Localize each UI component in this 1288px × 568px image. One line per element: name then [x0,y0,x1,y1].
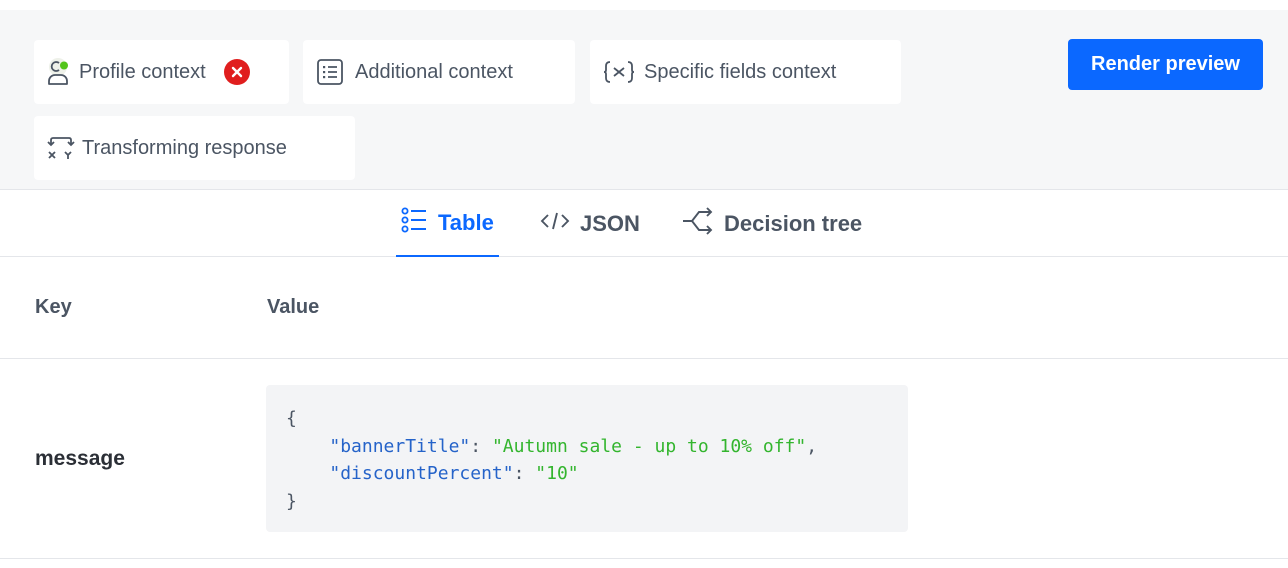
code-icon [540,207,570,240]
profile-context-chip[interactable]: Profile context [34,40,289,104]
additional-context-chip[interactable]: Additional context [303,40,575,104]
profile-context-icon [46,57,76,87]
column-header-value: Value [267,296,320,318]
json-open-brace: { [286,408,297,429]
json-close-brace: } [286,490,297,512]
close-icon[interactable] [223,59,250,85]
list-bullets-icon [400,206,428,239]
tab-json[interactable]: JSON [540,190,640,257]
additional-context-label: Additional context [355,60,513,83]
profile-context-label: Profile context [79,60,206,83]
transforming-response-chip[interactable]: Transforming response [34,116,355,180]
tab-json-label: JSON [580,210,640,236]
json-string-value: "Autumn sale - up to 10% off" [491,435,807,457]
row-key: message [35,447,125,470]
json-value-block: { "bannerTitle": "Autumn sale - up to 10… [266,385,908,532]
tab-decision-tree[interactable]: Decision tree [682,190,862,257]
view-tabs: Table JSON Decision tree [0,190,1288,257]
json-key: "bannerTitle" [329,435,471,457]
specific-fields-context-chip[interactable]: Specific fields context [590,40,901,104]
tab-table-label: Table [438,209,494,235]
transform-icon [46,133,76,163]
json-key: "discountPercent" [329,463,514,484]
transforming-response-label: Transforming response [82,136,287,159]
context-toolbar: Profile context Additional context Speci… [0,0,1288,190]
row-divider [0,558,1288,559]
tab-table[interactable]: Table [396,190,499,257]
decision-tree-icon [682,207,714,240]
tab-decision-tree-label: Decision tree [724,210,863,236]
json-string-value: "10" [535,463,579,484]
render-preview-button[interactable]: Render preview [1068,39,1263,90]
specific-fields-context-label: Specific fields context [644,60,837,83]
json-comma: , [806,435,818,457]
column-header-key: Key [35,296,72,318]
list-icon [315,57,345,87]
variable-icon [602,57,636,87]
header-divider [0,358,1288,359]
